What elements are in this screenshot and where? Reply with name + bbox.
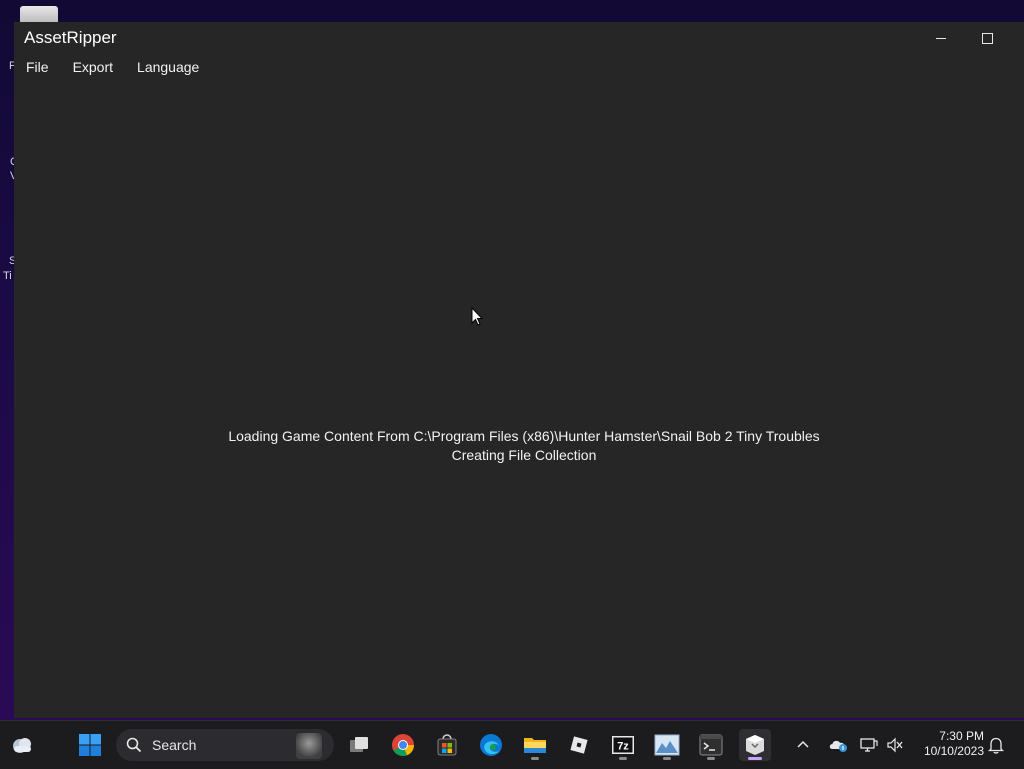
running-indicator (663, 757, 671, 760)
maximize-icon (981, 32, 993, 44)
task-view-icon (350, 737, 368, 752)
title-bar[interactable]: AssetRipper (14, 22, 1024, 54)
clock-date: 10/10/2023 (923, 744, 984, 758)
running-indicator (531, 757, 539, 760)
assetripper-icon (746, 735, 764, 755)
widgets-button[interactable] (6, 729, 38, 761)
maximize-button[interactable] (964, 22, 1010, 54)
active-indicator (748, 757, 762, 760)
edge-icon (480, 734, 502, 756)
network-icon (860, 738, 878, 752)
volume-muted-icon (887, 737, 903, 753)
taskbar-search[interactable]: Search (116, 729, 334, 761)
loading-message: Loading Game Content From C:\Program Fil… (228, 428, 820, 444)
window-title: AssetRipper (24, 28, 117, 47)
svg-text:7z: 7z (617, 741, 629, 753)
desktop-icon[interactable] (20, 6, 58, 22)
taskbar-app-edge[interactable] (475, 729, 507, 761)
menu-language[interactable]: Language (125, 54, 211, 80)
network-tray-button[interactable] (859, 735, 879, 755)
taskbar-app-store[interactable] (431, 729, 463, 761)
taskbar-app-7zip[interactable]: 7z (607, 729, 639, 761)
minimize-icon (936, 37, 946, 39)
taskbar-app-chrome[interactable] (387, 729, 419, 761)
file-explorer-icon (524, 738, 546, 753)
menu-file[interactable]: File (14, 54, 61, 80)
app-window: AssetRipper File Export Language Loading… (14, 22, 1024, 718)
clock-time: 7:30 PM (939, 729, 984, 743)
onedrive-icon (829, 740, 847, 752)
search-label: Search (152, 737, 197, 753)
taskbar-app-roblox[interactable] (563, 729, 595, 761)
search-icon (126, 737, 142, 753)
store-icon (437, 734, 457, 756)
running-indicator (619, 757, 627, 760)
clock[interactable]: 7:30 PM 10/10/2023 (914, 729, 984, 759)
menu-export[interactable]: Export (61, 54, 125, 80)
loading-status: Loading Game Content From C:\Program Fil… (2, 427, 1024, 465)
roblox-icon (570, 736, 588, 754)
running-indicator (707, 757, 715, 760)
menu-bar: File Export Language (14, 54, 211, 80)
minimize-button[interactable] (918, 22, 964, 54)
mouse-cursor-icon (471, 307, 483, 326)
desktop-icon-fragment: Ti (3, 270, 12, 282)
chevron-up-icon (797, 740, 809, 748)
image-viewer-icon (654, 734, 680, 756)
loading-step: Creating File Collection (451, 447, 597, 463)
task-view-button[interactable] (343, 729, 375, 761)
chrome-icon (392, 734, 415, 757)
start-icon (79, 734, 101, 756)
taskbar-app-file-explorer[interactable] (519, 729, 551, 761)
taskbar-app-image-viewer[interactable] (651, 729, 683, 761)
notifications-button[interactable] (986, 735, 1006, 755)
taskbar-app-assetripper[interactable] (739, 729, 771, 761)
search-highlight-image (296, 733, 322, 759)
volume-tray-button[interactable] (885, 735, 905, 755)
taskbar: Search 7z 7:30 PM 10/10/2023 (0, 720, 1024, 769)
terminal-icon (699, 734, 723, 756)
7zip-icon: 7z (612, 736, 634, 754)
start-button[interactable] (74, 729, 106, 761)
show-hidden-icons-button[interactable] (797, 737, 809, 751)
widgets-icon (13, 738, 31, 753)
taskbar-app-terminal[interactable] (695, 729, 727, 761)
bell-icon (988, 737, 1004, 754)
onedrive-tray-button[interactable] (828, 735, 848, 755)
